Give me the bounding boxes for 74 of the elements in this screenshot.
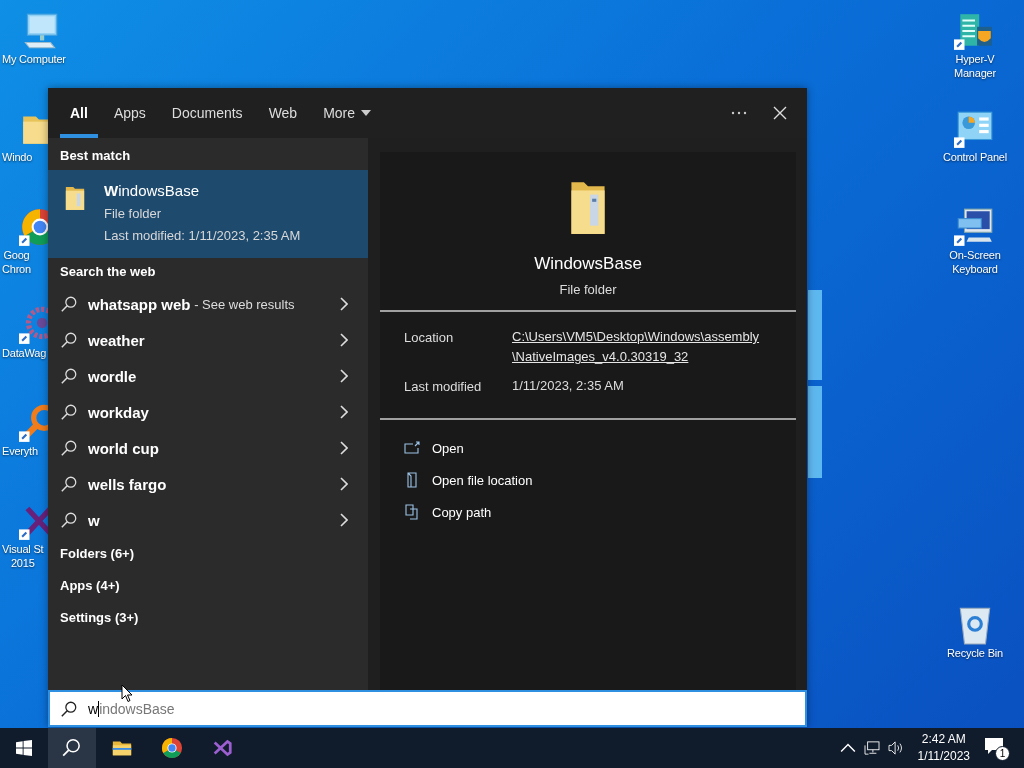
chrome-icon — [161, 737, 183, 759]
network-icon[interactable] — [863, 741, 880, 755]
location-link[interactable]: C:\Users\VM5\Desktop\Windows\assembly \NativeImages_v4.0.30319_32 — [512, 327, 760, 367]
desktop-icon-label[interactable]: DataWag — [0, 346, 47, 360]
action-link[interactable]: Open file location — [432, 472, 533, 488]
caret-icon — [361, 110, 372, 116]
notification-badge: 1 — [995, 746, 1010, 761]
detail-label: Location — [404, 330, 455, 347]
search-field[interactable]: windowsBase — [48, 690, 807, 727]
web-suggestion[interactable]: wordle — [88, 367, 137, 385]
search-icon — [60, 699, 78, 718]
search-icon — [60, 295, 78, 313]
document-icon — [404, 472, 420, 488]
desktop-icon-label[interactable]: Everyth — [0, 444, 38, 458]
action-link[interactable]: Open — [432, 440, 464, 456]
web-suggestion[interactable]: weather — [88, 331, 145, 349]
desktop-icon-label[interactable]: Goog Chron — [0, 248, 31, 276]
search-icon — [60, 439, 78, 457]
preview-type: File folder — [559, 282, 617, 297]
chevron-right-icon[interactable] — [340, 369, 348, 383]
mouse-cursor-icon — [121, 684, 133, 703]
tab[interactable]: Documents — [161, 88, 253, 138]
suggestion-note: - See web results — [193, 296, 295, 312]
result-name: WindowsBase — [104, 182, 201, 199]
category-heading[interactable]: Settings (3+) — [48, 602, 368, 634]
open-icon — [404, 440, 420, 456]
chevron-right-icon[interactable] — [340, 405, 348, 419]
tab[interactable]: Web — [258, 88, 308, 138]
chevron-right-icon[interactable] — [340, 441, 348, 455]
clock[interactable]: 2:42 AM 1/11/2023 — [917, 731, 970, 765]
section-heading: Search the web — [59, 263, 157, 281]
close-icon[interactable] — [773, 106, 787, 120]
desktop-icon-label[interactable]: On-Screen Keyboard — [949, 248, 1001, 276]
tab[interactable]: More — [313, 88, 382, 138]
result-modified: Last modified: 1/11/2023, 2:35 AM — [104, 228, 301, 243]
chevron-right-icon[interactable] — [340, 333, 348, 347]
chevron-right-icon[interactable] — [340, 513, 348, 527]
chevron-up-icon[interactable] — [839, 741, 856, 755]
detail-label: Last modified — [404, 379, 483, 396]
search-icon — [61, 737, 83, 759]
web-suggestion[interactable]: whatsapp web — [88, 295, 191, 313]
web-suggestion[interactable]: w — [88, 511, 100, 529]
visual-studio-icon — [211, 737, 233, 759]
notification-icon[interactable] — [984, 737, 1004, 755]
detail-value: 1/11/2023, 2:35 AM — [512, 377, 624, 395]
desktop-icon-label[interactable]: Hyper-V Manager — [954, 52, 996, 80]
chevron-right-icon[interactable] — [340, 297, 348, 311]
tab[interactable]: Apps — [103, 88, 156, 138]
action-link[interactable]: Copy path — [432, 504, 492, 520]
category-heading[interactable]: Folders (6+) — [48, 538, 368, 570]
best-match-item[interactable]: WindowsBase File folder Last modified: 1/11/2023, 2:35 AM — [48, 170, 368, 258]
speaker-icon[interactable] — [887, 741, 904, 755]
search-icon — [60, 511, 78, 529]
search-icon — [60, 331, 78, 349]
web-suggestion[interactable]: wells fargo — [88, 475, 167, 493]
web-suggestion[interactable]: workday — [88, 403, 149, 421]
search-icon — [60, 367, 78, 385]
preview-title: WindowsBase — [534, 254, 642, 274]
copy-icon — [404, 504, 420, 520]
search-taskbar-button[interactable] — [48, 728, 96, 768]
more-options-icon[interactable] — [731, 111, 747, 115]
desktop-icon-label[interactable]: Visual St 2015 — [0, 542, 44, 570]
web-suggestion[interactable]: world cup — [88, 439, 159, 457]
chevron-right-icon[interactable] — [340, 477, 348, 491]
desktop-icon-label[interactable]: Windo — [0, 150, 33, 164]
search-icon — [60, 475, 78, 493]
search-icon — [60, 403, 78, 421]
windows-start-icon[interactable] — [16, 740, 32, 756]
desktop-icon-label[interactable]: Recycle Bin — [947, 646, 1003, 660]
section-heading: Best match — [59, 147, 132, 165]
category-heading[interactable]: Apps (4+) — [48, 570, 368, 602]
desktop-icon-label[interactable]: Control Panel — [942, 150, 1008, 164]
desktop-icon-label[interactable]: My Computer — [0, 52, 66, 66]
result-type: File folder — [104, 206, 163, 221]
